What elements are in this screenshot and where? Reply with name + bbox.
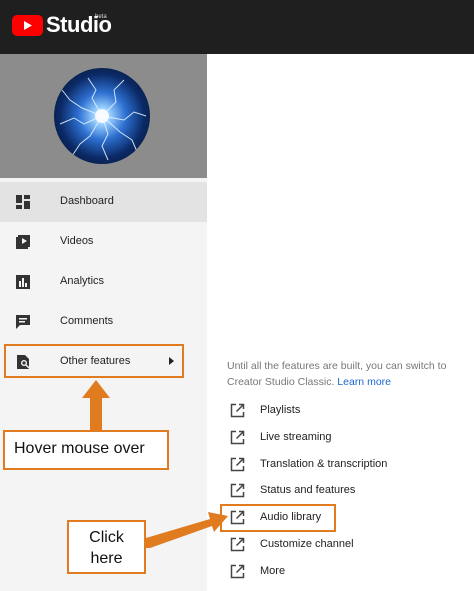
hover-instruction-callout: Hover mouse over <box>3 430 169 470</box>
pointer-arrow-icon <box>146 512 228 548</box>
hover-instruction-text: Hover mouse over <box>14 440 145 457</box>
annotation-arrows <box>82 380 228 548</box>
click-instruction-line1: Click <box>89 529 124 546</box>
click-instruction-line2: here <box>90 550 123 567</box>
up-arrow-icon <box>82 380 110 430</box>
click-instruction-callout: Click here <box>67 520 146 574</box>
